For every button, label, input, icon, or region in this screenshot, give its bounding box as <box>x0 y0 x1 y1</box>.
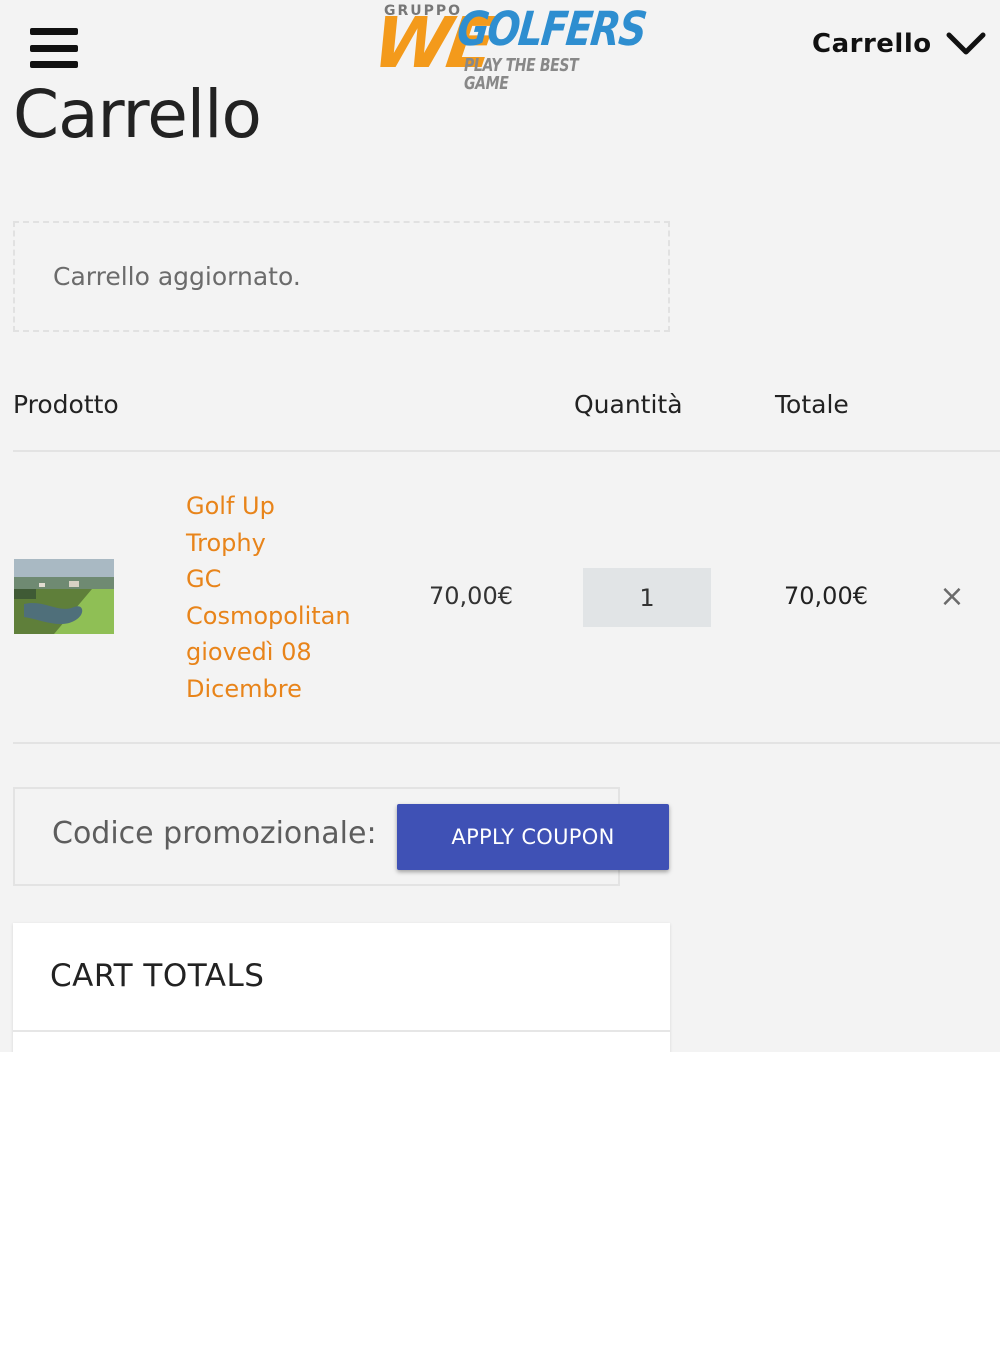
product-name-line: giovedì 08 <box>186 638 312 666</box>
logo-tagline: PLAY THE BEST GAME <box>464 55 579 94</box>
header-quantity: Quantità <box>574 390 683 419</box>
table-divider <box>13 742 1000 744</box>
row-total: 70,00€ <box>784 582 868 610</box>
menu-bar <box>30 44 78 52</box>
product-name-line: GC <box>186 565 222 593</box>
logo-brand-right: GOLFERS <box>454 2 648 57</box>
cart-updated-notice: Carrello aggiornato. <box>13 221 670 332</box>
remove-item-icon[interactable]: × <box>938 582 966 612</box>
product-name-line: Trophy <box>186 528 266 557</box>
menu-bar <box>30 61 78 68</box>
page-title: Carrello <box>13 76 262 153</box>
menu-bar <box>30 28 78 35</box>
product-price: 70,00€ <box>429 582 513 610</box>
product-name-line: Dicembre <box>186 674 302 703</box>
cart-totals-card: CART TOTALS <box>13 923 670 1052</box>
product-link[interactable]: Golf Up Trophy GC Cosmopolitan giovedì 0… <box>186 488 386 707</box>
golf-course-image <box>14 559 114 634</box>
cart-menu-label: Carrello <box>812 29 932 59</box>
apply-coupon-button[interactable]: APPLY COUPON <box>397 804 669 870</box>
cart-totals-title: CART TOTALS <box>50 958 265 994</box>
header-total: Totale <box>775 390 849 419</box>
header-product: Prodotto <box>13 390 119 419</box>
site-logo[interactable]: GRUPPO WE GOLFERS PLAY THE BEST GAME <box>368 2 648 93</box>
cart-menu-toggle[interactable]: Carrello <box>812 26 986 62</box>
product-thumbnail[interactable] <box>14 559 114 634</box>
table-divider <box>13 450 1000 452</box>
hamburger-menu-icon[interactable] <box>30 28 78 68</box>
quantity-input[interactable] <box>583 568 711 627</box>
product-name-line: Cosmopolitan <box>186 601 351 630</box>
coupon-label: Codice promozionale: <box>52 816 377 851</box>
product-name-line: Golf Up <box>186 492 275 520</box>
notice-text: Carrello aggiornato. <box>53 262 301 291</box>
cart-page: GRUPPO WE GOLFERS PLAY THE BEST GAME Car… <box>0 0 1000 1052</box>
chevron-down-icon <box>946 32 986 55</box>
cart-totals-divider <box>13 1030 670 1032</box>
cart-table-header: Prodotto Quantità Totale <box>0 390 1000 430</box>
